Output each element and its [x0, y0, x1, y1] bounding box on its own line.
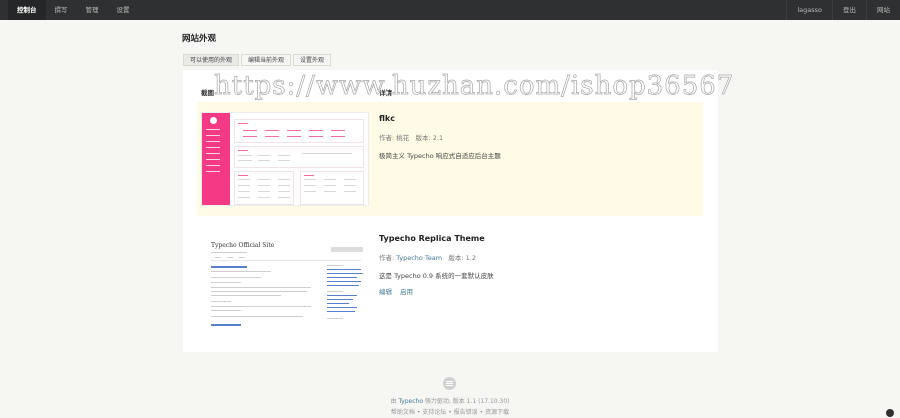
preview-logo	[210, 117, 217, 124]
theme-row-replica: Typecho Official Site Typecho Replica Th…	[197, 222, 703, 344]
appearance-tabs: 可以使用的外观 编辑当前外观 设置外观	[183, 54, 333, 66]
tab-theme-settings[interactable]: 设置外观	[293, 54, 332, 66]
footer-prefix: 由	[390, 398, 397, 405]
nav-manage[interactable]: 管理	[77, 0, 108, 20]
header-screenshot: 截图	[201, 89, 214, 97]
nav-website[interactable]: 网站	[866, 0, 900, 20]
main-nav: 控制台 撰写 管理 设置	[8, 0, 139, 20]
theme-author: 桃花	[396, 134, 410, 142]
theme-name: flkc	[379, 114, 395, 123]
footer-powered-by: 由 Typecho 强力驱动, 版本 1.1 (17.10.30)	[0, 396, 900, 405]
footer-link-downloads[interactable]: 资源下载	[485, 409, 509, 416]
scroll-indicator[interactable]	[886, 409, 894, 417]
theme-version: 1.2	[465, 254, 476, 262]
edit-theme-button[interactable]: 编辑	[379, 286, 392, 296]
author-label: 作者:	[379, 134, 395, 142]
themes-panel: 截图 详情 flkc 作者: 桃花 版本: 2.1 极简主义 Typecho 响…	[183, 70, 718, 352]
footer-links: 帮助文档 • 支持论坛 • 报告错误 • 资源下载	[390, 409, 510, 416]
author-label: 作者:	[379, 254, 395, 262]
theme-description: 极简主义 Typecho 响应式自适应后台主题	[379, 152, 501, 160]
user-nav: lagasso 登出 网站	[786, 0, 900, 20]
theme-screenshot-replica: Typecho Official Site	[201, 232, 369, 326]
theme-version: 2.1	[432, 134, 444, 142]
footer-link-forum[interactable]: 支持论坛	[422, 409, 446, 416]
watermark-text: https://www.huzhan.com/ishop36567	[214, 71, 735, 102]
theme-actions: 编辑 启用	[379, 286, 689, 296]
nav-write[interactable]: 撰写	[46, 0, 77, 20]
theme-info-flkc: flkc 作者: 桃花 版本: 2.1 极简主义 Typecho 响应式自适应后…	[379, 114, 689, 160]
preview-table-card-2	[300, 171, 364, 205]
version-label: 版本:	[448, 254, 464, 262]
footer-link-bugs[interactable]: 报告错误	[454, 409, 478, 416]
footer-brand-link[interactable]: Typecho	[398, 398, 423, 405]
preview-stats-card	[234, 119, 364, 143]
nav-dashboard[interactable]: 控制台	[8, 0, 46, 20]
preview-table-card-1	[234, 171, 294, 205]
theme-author-link[interactable]: Typecho Team	[396, 254, 442, 262]
typecho-logo-icon	[443, 377, 456, 390]
tab-edit-current-theme[interactable]: 编辑当前外观	[241, 54, 292, 66]
theme-description: 这是 Typecho 0.9 系统的一套默认皮肤	[379, 272, 494, 280]
preview-site-title: Typecho Official Site	[211, 242, 275, 249]
theme-screenshot-flkc	[201, 112, 369, 206]
preview-list-card	[234, 146, 364, 168]
preview-sidebar	[202, 113, 230, 205]
theme-name: Typecho Replica Theme	[379, 234, 485, 243]
footer-suffix: 强力驱动, 版本 1.1 (17.10.30)	[424, 398, 510, 405]
version-label: 版本:	[415, 134, 431, 142]
nav-username[interactable]: lagasso	[786, 0, 832, 20]
theme-info-replica: Typecho Replica Theme 作者: Typecho Team 版…	[379, 234, 689, 296]
footer-link-docs[interactable]: 帮助文档	[391, 409, 415, 416]
page-title: 网站外观	[182, 34, 217, 44]
top-nav-bar: 控制台 撰写 管理 设置 lagasso 登出 网站	[0, 0, 900, 20]
nav-logout[interactable]: 登出	[832, 0, 866, 20]
theme-meta: 作者: 桃花 版本: 2.1	[379, 132, 689, 142]
nav-settings[interactable]: 设置	[108, 0, 139, 20]
activate-theme-button[interactable]: 启用	[400, 286, 413, 296]
theme-row-current: flkc 作者: 桃花 版本: 2.1 极简主义 Typecho 响应式自适应后…	[197, 102, 703, 216]
tab-available-themes[interactable]: 可以使用的外观	[183, 54, 240, 66]
theme-meta: 作者: Typecho Team 版本: 1.2	[379, 252, 689, 262]
